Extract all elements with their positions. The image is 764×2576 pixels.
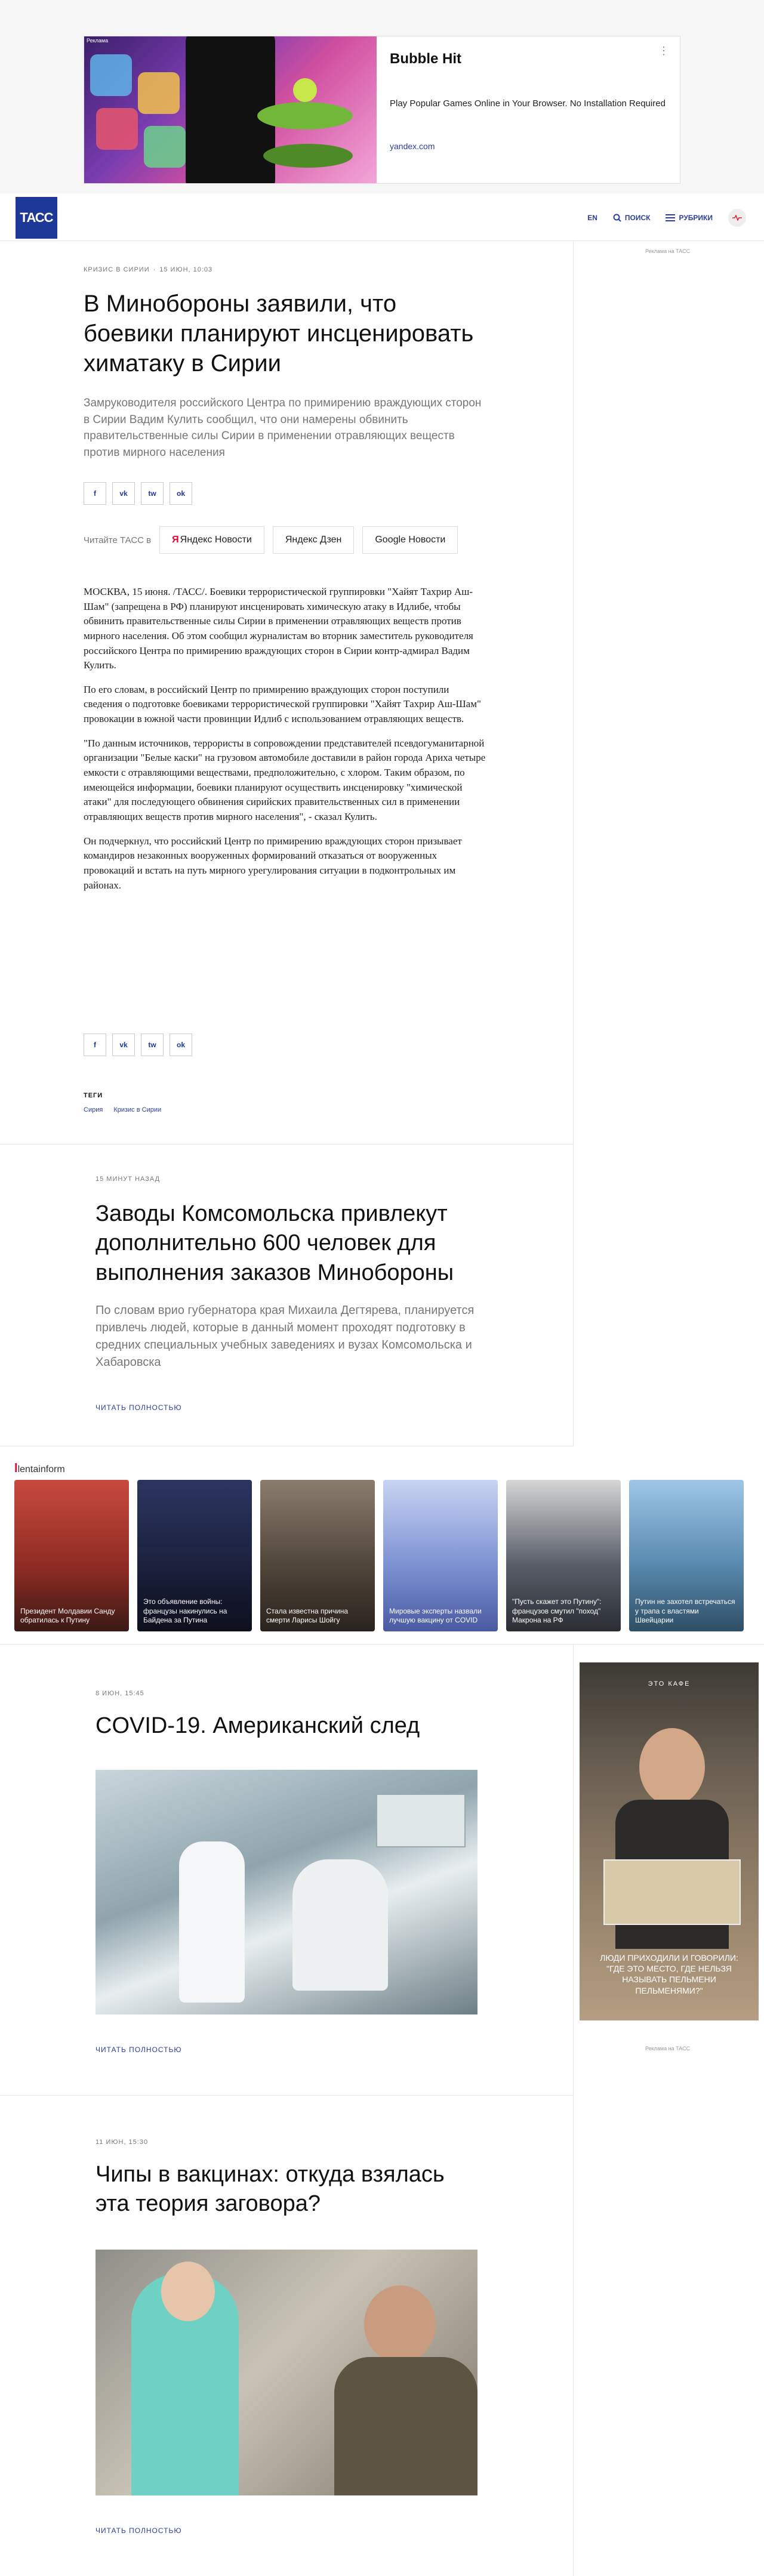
live-feed-icon[interactable] xyxy=(728,209,746,227)
teaser-lead: По словам врио губернатора края Михаила … xyxy=(96,1304,475,1369)
side-ad-note: Реклама на ТАСС xyxy=(645,2046,691,2051)
main-article: Кризис в Сирии · 15 июн, 10:03 В Миноборон… xyxy=(0,241,573,1144)
article-rubric[interactable]: Кризис в Сирии xyxy=(84,266,150,273)
teaser-article[interactable]: 15 минут назад Заводы Комсомольска привл… xyxy=(0,1144,573,1446)
ad-image[interactable]: Реклама xyxy=(84,36,377,183)
search-icon xyxy=(613,214,621,222)
tag-link[interactable]: Сирия xyxy=(84,1106,103,1113)
teaser-title[interactable]: Заводы Комсомольска привлекут дополнител… xyxy=(96,1199,483,1288)
ad-menu-icon[interactable]: ⋮ xyxy=(658,45,669,57)
lentainform-card[interactable]: Стала известна причина смерти Ларисы Шой… xyxy=(260,1480,375,1631)
lentainform-card[interactable]: Путин не захотел встречаться у трапа с в… xyxy=(629,1480,744,1631)
sidebar-top: Реклама на ТАСС xyxy=(573,241,764,1144)
ad-description: Play Popular Games Online in Your Browse… xyxy=(390,98,666,109)
article-paragraph: МОСКВА, 15 июня. /ТАСС/. Боевики террори… xyxy=(84,586,473,671)
article-paragraph: По его словам, в российский Центр по при… xyxy=(84,683,481,725)
article-title: В Минобороны заявили, что боевики планир… xyxy=(84,291,474,377)
read-in-bar: Читайте ТАСС в Я Яндекс Новости Яндекс Дз… xyxy=(84,526,489,554)
tass-logo[interactable]: ТАСС xyxy=(16,197,57,239)
facebook-share-icon[interactable]: f xyxy=(84,1034,106,1056)
lentainform-card[interactable]: "Пусть скажет это Путину": французов сму… xyxy=(506,1480,621,1631)
side-ad-note: Реклама на ТАСС xyxy=(645,248,691,254)
read-more-link[interactable]: Читать полностью xyxy=(96,1403,483,1412)
teaser-date: 8 июн, 15:45 xyxy=(96,1690,144,1697)
teaser-title[interactable]: Чипы в вакцинах: откуда взялась эта теор… xyxy=(96,2160,483,2219)
sidebar-ad-column: ЭТО КАФЕ ЛЮДИ ПРИХОДИЛИ И ГОВОРИЛИ: "ГДЕ… xyxy=(573,1645,764,2096)
article-date: 15 июн, 10:03 xyxy=(159,266,213,273)
teaser-title[interactable]: COVID-19. Американский след xyxy=(96,1711,483,1741)
teaser-image[interactable] xyxy=(96,1770,478,2014)
yandex-news-button[interactable]: Я Яндекс Новости xyxy=(159,526,264,554)
rubrics-button[interactable]: Рубрики xyxy=(666,214,713,222)
vk-share-icon[interactable]: vk xyxy=(112,1034,135,1056)
lentainform-widget: llentainform Президент Молдавии Санду об… xyxy=(0,1446,764,1645)
read-more-link[interactable]: Читать полностью xyxy=(96,2526,483,2535)
ad-title[interactable]: Bubble Hit xyxy=(390,51,667,67)
google-news-button[interactable]: Google Новости xyxy=(362,526,458,554)
site-header: ТАСС EN Поиск Рубрики xyxy=(0,193,764,241)
sidebar-ad-caption: ЛЮДИ ПРИХОДИЛИ И ГОВОРИЛИ: "ГДЕ ЭТО МЕСТ… xyxy=(600,1953,738,1995)
sidebar-bottom xyxy=(573,2096,764,2576)
lentainform-logo[interactable]: llentainform xyxy=(14,1462,65,1476)
share-bar-top: f vk tw ok xyxy=(84,482,489,505)
sidebar-ad-badge: ЭТО КАФЕ xyxy=(648,1680,691,1687)
teaser-article[interactable]: 11 июн, 15:30 Чипы в вакцинах: откуда вз… xyxy=(0,2096,573,2576)
article-kicker: Кризис в Сирии · 15 июн, 10:03 xyxy=(84,266,213,273)
lang-switch[interactable]: EN xyxy=(587,214,597,222)
lentainform-card[interactable]: Это объявление войны: французы накинулис… xyxy=(137,1480,252,1631)
sidebar-ad[interactable]: ЭТО КАФЕ ЛЮДИ ПРИХОДИЛИ И ГОВОРИЛИ: "ГДЕ… xyxy=(580,1662,759,2020)
lentainform-card[interactable]: Президент Молдавии Санду обратилась к Пу… xyxy=(14,1480,129,1631)
menu-icon xyxy=(666,214,676,221)
twitter-share-icon[interactable]: tw xyxy=(141,1034,164,1056)
tags-list: Сирия Кризис в Сирии xyxy=(84,1106,489,1113)
article-lead: Замруководителя российского Центра по пр… xyxy=(84,397,482,459)
sidebar-mid xyxy=(573,1144,764,1446)
tag-link[interactable]: Кризис в Сирии xyxy=(113,1106,161,1113)
article-paragraph: Он подчеркнул, что российский Центр по п… xyxy=(84,835,462,891)
ok-share-icon[interactable]: ok xyxy=(170,482,192,505)
read-in-label: Читайте ТАСС в xyxy=(84,535,152,545)
facebook-share-icon[interactable]: f xyxy=(84,482,106,505)
ok-share-icon[interactable]: ok xyxy=(170,1034,192,1056)
lentainform-card[interactable]: Мировые эксперты назвали лучшую вакцину … xyxy=(383,1480,498,1631)
search-button[interactable]: Поиск xyxy=(613,214,651,222)
share-bar-bottom: f vk tw ok xyxy=(84,1034,489,1056)
article-body: МОСКВА, 15 июня. /ТАСС/. Боевики террори… xyxy=(84,585,489,902)
vk-share-icon[interactable]: vk xyxy=(112,482,135,505)
header-nav: EN Поиск Рубрики xyxy=(587,209,746,227)
top-ad-banner[interactable]: Реклама ⋮ Bubble Hit Play Popular Games … xyxy=(84,36,680,184)
ad-label: Реклама xyxy=(87,38,109,44)
tags-title: Теги xyxy=(84,1092,103,1099)
teaser-article[interactable]: 8 июн, 15:45 COVID-19. Американский след… xyxy=(0,1645,573,2096)
teaser-date: 11 июн, 15:30 xyxy=(96,2139,149,2146)
yandex-zen-button[interactable]: Яндекс Дзен xyxy=(272,526,355,554)
teaser-image[interactable] xyxy=(96,2250,478,2495)
twitter-share-icon[interactable]: tw xyxy=(141,482,164,505)
article-paragraph: "По данным источников, террористы в сопр… xyxy=(84,737,486,822)
lentainform-cards: Президент Молдавии Санду обратилась к Пу… xyxy=(14,1480,744,1631)
search-label: Поиск xyxy=(624,214,651,222)
ad-domain-link[interactable]: yandex.com xyxy=(390,141,435,151)
read-more-link[interactable]: Читать полностью xyxy=(96,2046,483,2054)
teaser-date: 15 минут назад xyxy=(96,1176,161,1183)
rubrics-label: Рубрики xyxy=(679,214,713,222)
